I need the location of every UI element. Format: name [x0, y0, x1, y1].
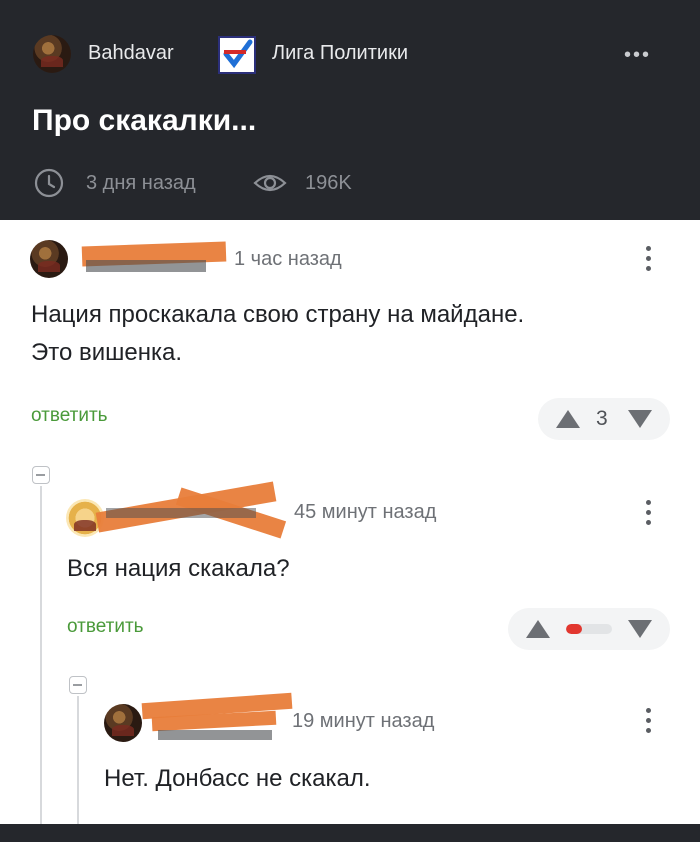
comment-time: 45 минут назад	[294, 501, 437, 523]
rating-bar	[566, 624, 612, 634]
more-horizontal-icon[interactable]: •••	[624, 44, 651, 67]
author-avatar[interactable]	[33, 35, 71, 73]
rating-bar-fill	[566, 624, 583, 634]
reply-button[interactable]: ответить	[31, 405, 108, 427]
community-name[interactable]: Лига Политики	[272, 42, 408, 65]
comments-panel: 1 час назад Нация проскакала свою страну…	[0, 220, 700, 824]
post-header: Bahdavar Лига Политики ••• Про скакалки.…	[0, 0, 700, 220]
comment-text: Нет. Донбасс не скакал.	[104, 765, 371, 792]
comment-menu-icon[interactable]	[646, 500, 652, 530]
author-name[interactable]: Bahdavar	[88, 42, 174, 65]
redacted-username-shadow	[86, 260, 206, 272]
post-title[interactable]: Про скакалки...	[32, 104, 256, 138]
commenter-avatar[interactable]	[104, 704, 142, 742]
comment-text: Нация проскакала свою страну на майдане.…	[31, 296, 524, 372]
upvote-icon[interactable]	[556, 410, 580, 428]
downvote-icon[interactable]	[628, 410, 652, 428]
redacted-username-shadow	[106, 508, 256, 518]
downvote-icon[interactable]	[628, 620, 652, 638]
reply-button[interactable]: ответить	[67, 616, 144, 638]
comment-text: Вся нация скакала?	[67, 555, 290, 582]
commenter-avatar[interactable]	[30, 240, 68, 278]
vote-widget	[508, 608, 670, 650]
vote-widget: 3	[538, 398, 670, 440]
comment-menu-icon[interactable]	[646, 246, 652, 276]
redacted-username-shadow	[158, 730, 272, 740]
comment-text-line: Нация проскакала свою страну на майдане.	[31, 301, 525, 328]
comment-text-line: Это вишенка.	[31, 339, 183, 366]
collapse-thread-button[interactable]	[69, 676, 87, 694]
comment-score: 3	[596, 407, 608, 430]
thread-line	[40, 486, 42, 824]
post-views: 196K	[305, 172, 352, 194]
collapse-thread-button[interactable]	[32, 466, 50, 484]
post-time: 3 дня назад	[86, 172, 196, 194]
comment-time: 19 минут назад	[292, 710, 435, 732]
upvote-icon[interactable]	[526, 620, 550, 638]
thread-line	[77, 696, 79, 824]
community-icon[interactable]	[218, 36, 256, 74]
comment-menu-icon[interactable]	[646, 708, 652, 738]
bottom-bar	[0, 824, 700, 842]
clock-icon	[34, 168, 64, 198]
eye-icon	[253, 174, 287, 192]
comment-time: 1 час назад	[234, 248, 342, 270]
